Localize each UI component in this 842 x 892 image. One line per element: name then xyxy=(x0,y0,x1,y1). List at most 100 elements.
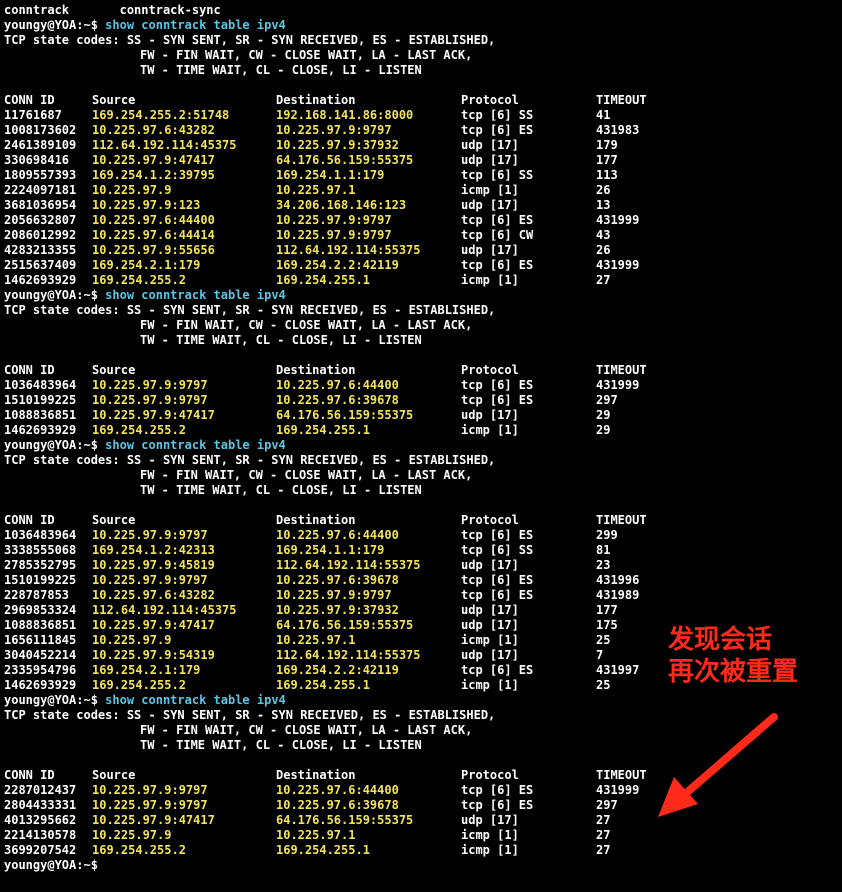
table-cell: 11761687 xyxy=(4,108,62,122)
table-cell: 169.254.2.2:42119 xyxy=(276,258,399,272)
table-cell: 3040452214 xyxy=(4,648,77,662)
table-cell: 297 xyxy=(596,393,618,407)
table-cell: 10.225.97.9:45819 xyxy=(92,558,215,572)
column-header: Source xyxy=(92,93,136,107)
table-row: 1036483964 10.225.97.9:9797 10.225.97.6:44… xyxy=(4,528,838,543)
table-cell: 169.254.255.2 xyxy=(92,273,186,287)
table-cell: 297 xyxy=(596,798,618,812)
command-text: show conntrack table ipv4 xyxy=(105,693,286,707)
table-cell: 169.254.255.1 xyxy=(276,423,370,437)
table-cell: 10.225.97.9 xyxy=(92,828,172,842)
table-cell: 169.254.2.1:179 xyxy=(92,258,201,272)
table-cell: icmp [1] xyxy=(461,678,519,692)
table-cell: 10.225.97.9:37932 xyxy=(276,138,399,152)
table-row: 2214130578 10.225.97.9 10.225.97.1 icmp [1]… xyxy=(4,828,838,843)
table-cell: 10.225.97.6:44414 xyxy=(92,228,215,242)
prompt: youngy@YOA:~$ xyxy=(4,288,98,302)
table-cell: 431999 xyxy=(596,258,640,272)
table-cell: 64.176.56.159:55375 xyxy=(276,813,414,827)
table-cell: 1510199225 xyxy=(4,573,77,587)
table-cell: 2804433331 xyxy=(4,798,77,812)
table-cell: 10.225.97.9:9797 xyxy=(276,588,392,602)
legend-text: TCP state codes: SS - SYN SENT, SR - SYN… xyxy=(4,708,496,722)
table-cell: 10.225.97.6:44400 xyxy=(92,213,215,227)
table-cell: 13 xyxy=(596,198,611,212)
table-cell: 10.225.97.9:9797 xyxy=(276,213,392,227)
legend-text: FW - FIN WAIT, CW - CLOSE WAIT, LA - LAS… xyxy=(140,723,473,737)
table-cell: tcp [6] ES xyxy=(461,588,534,602)
table-cell: 112.64.192.114:45375 xyxy=(92,603,237,617)
table-row: 1008173602 10.225.97.6:43282 10.225.97.9:9… xyxy=(4,123,838,138)
table-cell: tcp [6] SS xyxy=(461,543,534,557)
table-cell: 169.254.255.2 xyxy=(92,678,186,692)
table-row: 3681036954 10.225.97.9:123 34.206.168.146:… xyxy=(4,198,838,213)
table-cell: 1462693929 xyxy=(4,423,77,437)
table-row: 1809557393 169.254.1.2:39795 169.254.1.1:1… xyxy=(4,168,838,183)
table-cell: 2056632807 xyxy=(4,213,77,227)
column-header: TIMEOUT xyxy=(596,768,647,782)
prompt: youngy@YOA:~$ xyxy=(4,858,98,872)
table-cell: tcp [6] ES xyxy=(461,258,534,272)
table-cell: 169.254.1.2:42313 xyxy=(92,543,215,557)
table-header: CONN ID Source Destination Protocol TIMEOUT xyxy=(4,93,838,108)
header-line: conntrack conntrack-sync xyxy=(4,3,838,18)
table-cell: icmp [1] xyxy=(461,843,519,857)
table-cell: 169.254.1.2:39795 xyxy=(92,168,215,182)
column-header: Source xyxy=(92,513,136,527)
table-cell: tcp [6] ES xyxy=(461,123,534,137)
table-row: 1510199225 10.225.97.9:9797 10.225.97.6:39… xyxy=(4,573,838,588)
table-cell: 7 xyxy=(596,648,604,662)
table-cell: 169.254.2.2:42119 xyxy=(276,663,399,677)
table-cell: udp [17] xyxy=(461,138,519,152)
table-cell: 169.254.255.1 xyxy=(276,678,370,692)
table-cell: 169.254.255.2 xyxy=(92,423,186,437)
table-cell: 2287012437 xyxy=(4,783,77,797)
tcp-legend-line: TW - TIME WAIT, CL - CLOSE, LI - LISTEN xyxy=(4,333,838,348)
table-cell: 1510199225 xyxy=(4,393,77,407)
tcp-legend-line: TCP state codes: SS - SYN SENT, SR - SYN… xyxy=(4,453,838,468)
table-cell: 10.225.97.9:47417 xyxy=(92,408,215,422)
table-cell: tcp [6] ES xyxy=(461,528,534,542)
table-cell: icmp [1] xyxy=(461,273,519,287)
prompt-line: youngy@YOA:~$ show conntrack table ipv4 xyxy=(4,288,838,303)
table-cell: 2086012992 xyxy=(4,228,77,242)
annotation-line-2: 再次被重置 xyxy=(668,657,799,687)
annotation-text: 发现会话 再次被重置 xyxy=(668,624,798,688)
column-header: TIMEOUT xyxy=(596,513,647,527)
legend-text: FW - FIN WAIT, CW - CLOSE WAIT, LA - LAS… xyxy=(140,318,473,332)
table-cell: 431996 xyxy=(596,573,640,587)
command-text: show conntrack table ipv4 xyxy=(105,288,286,302)
table-cell: 29 xyxy=(596,408,611,422)
table-cell: 4013295662 xyxy=(4,813,77,827)
table-cell: 2214130578 xyxy=(4,828,77,842)
table-cell: 169.254.255.1 xyxy=(276,843,370,857)
table-cell: 26 xyxy=(596,183,611,197)
prompt: youngy@YOA:~$ xyxy=(4,693,98,707)
table-cell: udp [17] xyxy=(461,813,519,827)
table-cell: 10.225.97.9:37932 xyxy=(276,603,399,617)
red-arrow-icon xyxy=(658,713,778,817)
table-row: 330698416 10.225.97.9:47417 64.176.56.159:… xyxy=(4,153,838,168)
table-row: 2224097181 10.225.97.9 10.225.97.1 icmp [1]… xyxy=(4,183,838,198)
column-header: Source xyxy=(92,363,136,377)
table-cell: 1088836851 xyxy=(4,618,77,632)
column-header: Destination xyxy=(276,363,356,377)
table-cell: 2785352795 xyxy=(4,558,77,572)
table-cell: 1036483964 xyxy=(4,378,77,392)
table-cell: udp [17] xyxy=(461,153,519,167)
table-cell: 431983 xyxy=(596,123,640,137)
table-cell: 169.254.255.2 xyxy=(92,843,186,857)
table-cell: tcp [6] ES xyxy=(461,393,534,407)
table-cell: 81 xyxy=(596,543,611,557)
table-cell: 169.254.255.2:51748 xyxy=(92,108,230,122)
column-header: Destination xyxy=(276,513,356,527)
table-cell: 10.225.97.6:39678 xyxy=(276,798,399,812)
table-row: 2785352795 10.225.97.9:45819 112.64.192.11… xyxy=(4,558,838,573)
column-header: Protocol xyxy=(461,768,519,782)
column-header: Destination xyxy=(276,768,356,782)
table-cell: 10.225.97.1 xyxy=(276,828,356,842)
column-header: Source xyxy=(92,768,136,782)
column-header: TIMEOUT xyxy=(596,363,647,377)
